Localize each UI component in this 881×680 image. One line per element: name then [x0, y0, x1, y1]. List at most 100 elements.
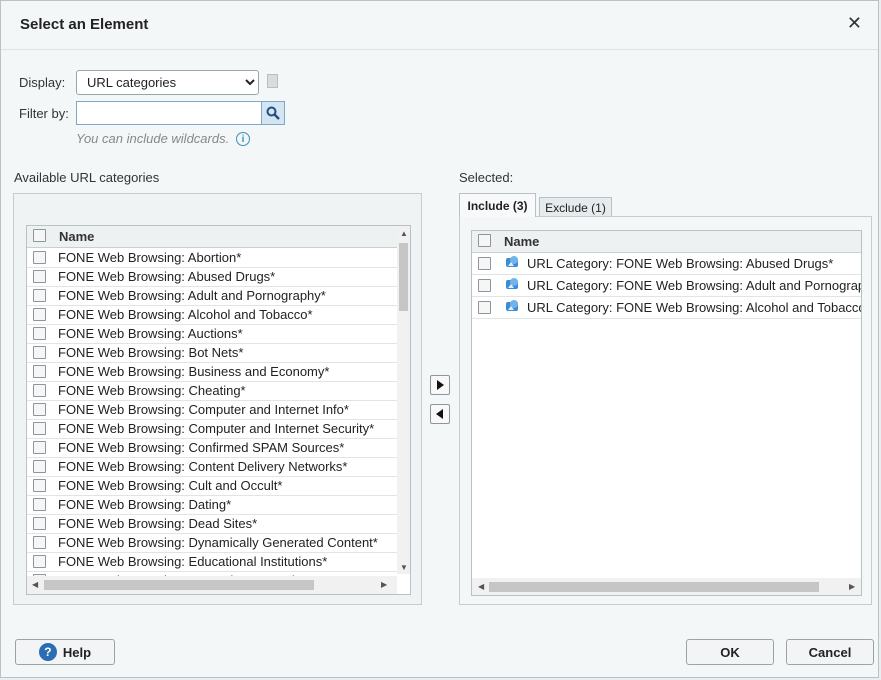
- available-vertical-scrollbar[interactable]: ▲ ▼: [397, 226, 410, 574]
- row-checkbox[interactable]: [478, 257, 491, 270]
- arrow-right-icon: [437, 380, 444, 390]
- row-label: URL Category: FONE Web Browsing: Adult a…: [527, 278, 862, 293]
- vertical-scroll-thumb[interactable]: [399, 243, 408, 311]
- table-row[interactable]: FONE Web Browsing: Content Delivery Netw…: [27, 457, 397, 477]
- info-icon[interactable]: i: [236, 132, 250, 146]
- available-title: Available URL categories: [14, 170, 160, 185]
- available-grid-header: Name: [27, 226, 410, 248]
- scroll-up-icon[interactable]: ▲: [400, 230, 408, 238]
- close-icon[interactable]: ✕: [847, 14, 862, 32]
- row-label: FONE Web Browsing: Cult and Occult*: [58, 478, 283, 493]
- row-checkbox[interactable]: [33, 308, 46, 321]
- selected-panel: Name URL Category: FONE Web Browsing: Ab…: [459, 216, 872, 605]
- row-label: FONE Web Browsing: Abortion*: [58, 250, 242, 265]
- table-row[interactable]: FONE Web Browsing: Bot Nets*: [27, 343, 397, 363]
- horizontal-scroll-thumb[interactable]: [44, 580, 314, 590]
- selected-name-column-header[interactable]: Name: [504, 234, 539, 249]
- row-checkbox[interactable]: [33, 479, 46, 492]
- dialog-titlebar: Select an Element ✕: [1, 1, 878, 50]
- selected-horizontal-scrollbar[interactable]: ◀ ▶: [472, 578, 861, 595]
- table-row[interactable]: FONE Web Browsing: Adult and Pornography…: [27, 286, 397, 306]
- tab-include[interactable]: Include (3): [459, 193, 536, 217]
- filter-input[interactable]: [76, 101, 262, 125]
- table-row[interactable]: FONE Web Browsing: Alcohol and Tobacco*: [27, 305, 397, 325]
- row-label: FONE Web Browsing: Content Delivery Netw…: [58, 459, 348, 474]
- search-button[interactable]: [261, 101, 285, 125]
- table-row[interactable]: FONE Web Browsing: Abortion*: [27, 248, 397, 268]
- row-label: FONE Web Browsing: Auctions*: [58, 326, 243, 341]
- table-row[interactable]: FONE Web Browsing: Computer and Internet…: [27, 400, 397, 420]
- help-button[interactable]: ? Help: [15, 639, 115, 665]
- display-label: Display:: [19, 75, 66, 90]
- url-category-icon: [506, 278, 518, 289]
- table-row[interactable]: FONE Web Browsing: Dead Sites*: [27, 514, 397, 534]
- row-checkbox[interactable]: [33, 403, 46, 416]
- url-category-icon: [506, 300, 518, 311]
- row-checkbox[interactable]: [33, 422, 46, 435]
- row-label: FONE Web Browsing: Computer and Internet…: [58, 402, 349, 417]
- row-label: FONE Web Browsing: Abused Drugs*: [58, 269, 276, 284]
- dialog-title: Select an Element: [20, 16, 149, 33]
- table-row[interactable]: URL Category: FONE Web Browsing: Adult a…: [472, 275, 861, 297]
- row-checkbox[interactable]: [33, 327, 46, 340]
- table-row[interactable]: URL Category: FONE Web Browsing: Abused …: [472, 253, 861, 275]
- row-checkbox[interactable]: [33, 536, 46, 549]
- document-icon[interactable]: [267, 74, 278, 88]
- row-checkbox[interactable]: [33, 441, 46, 454]
- row-checkbox[interactable]: [33, 270, 46, 283]
- scroll-left-icon[interactable]: ◀: [32, 581, 38, 589]
- row-label: FONE Web Browsing: Educational Instituti…: [58, 554, 328, 569]
- row-checkbox[interactable]: [33, 384, 46, 397]
- horizontal-scroll-thumb[interactable]: [489, 582, 819, 592]
- add-selected-button[interactable]: [430, 375, 450, 395]
- help-icon: ?: [38, 643, 57, 661]
- row-checkbox[interactable]: [33, 555, 46, 568]
- scroll-right-icon[interactable]: ▶: [849, 583, 855, 591]
- select-all-checkbox[interactable]: [33, 229, 46, 242]
- row-checkbox[interactable]: [33, 498, 46, 511]
- row-label: FONE Web Browsing: Dating*: [58, 497, 232, 512]
- table-row[interactable]: FONE Web Browsing: Business and Economy*: [27, 362, 397, 382]
- available-panel: Name FONE Web Browsing: Abortion* FONE We…: [13, 193, 422, 605]
- row-checkbox[interactable]: [33, 346, 46, 359]
- select-element-dialog: Select an Element ✕ Display: URL categor…: [0, 0, 879, 678]
- table-row[interactable]: FONE Web Browsing: Dating*: [27, 495, 397, 515]
- row-checkbox[interactable]: [478, 279, 491, 292]
- table-row[interactable]: FONE Web Browsing: Auctions*: [27, 324, 397, 344]
- table-row[interactable]: FONE Web Browsing: Abused Drugs*: [27, 267, 397, 287]
- selected-title: Selected:: [459, 170, 514, 185]
- scroll-right-icon[interactable]: ▶: [381, 581, 387, 589]
- table-row[interactable]: FONE Web Browsing: Dynamically Generated…: [27, 533, 397, 553]
- name-column-header[interactable]: Name: [59, 229, 94, 244]
- search-icon: [266, 106, 280, 120]
- scroll-down-icon[interactable]: ▼: [400, 564, 408, 572]
- table-row[interactable]: URL Category: FONE Web Browsing: Alcohol…: [472, 297, 861, 319]
- table-row[interactable]: FONE Web Browsing: Educational Instituti…: [27, 552, 397, 572]
- table-row[interactable]: FONE Web Browsing: Confirmed SPAM Source…: [27, 438, 397, 458]
- cancel-button[interactable]: Cancel: [786, 639, 874, 665]
- scroll-left-icon[interactable]: ◀: [478, 583, 484, 591]
- table-row[interactable]: FONE Web Browsing: Computer and Internet…: [27, 419, 397, 439]
- select-all-selected-checkbox[interactable]: [478, 234, 491, 247]
- row-label: FONE Web Browsing: Dead Sites*: [58, 516, 258, 531]
- ok-button[interactable]: OK: [686, 639, 774, 665]
- filter-label: Filter by:: [19, 106, 69, 121]
- table-row[interactable]: FONE Web Browsing: Cheating*: [27, 381, 397, 401]
- row-checkbox[interactable]: [33, 289, 46, 302]
- row-checkbox[interactable]: [33, 517, 46, 530]
- table-row[interactable]: FONE Web Browsing: Cult and Occult*: [27, 476, 397, 496]
- tab-exclude[interactable]: Exclude (1): [539, 197, 612, 217]
- row-checkbox[interactable]: [478, 301, 491, 314]
- row-label: FONE Web Browsing: Computer and Internet…: [58, 421, 375, 436]
- row-label: FONE Web Browsing: Business and Economy*: [58, 364, 330, 379]
- available-horizontal-scrollbar[interactable]: ◀ ▶: [27, 576, 397, 594]
- help-label: Help: [62, 644, 92, 660]
- display-select[interactable]: URL categories: [76, 70, 259, 95]
- remove-selected-button[interactable]: [430, 404, 450, 424]
- selected-grid: Name URL Category: FONE Web Browsing: Ab…: [471, 230, 862, 596]
- row-label: FONE Web Browsing: Adult and Pornography…: [58, 288, 326, 303]
- row-label: FONE Web Browsing: Dynamically Generated…: [58, 535, 378, 550]
- row-checkbox[interactable]: [33, 365, 46, 378]
- row-checkbox[interactable]: [33, 251, 46, 264]
- row-checkbox[interactable]: [33, 460, 46, 473]
